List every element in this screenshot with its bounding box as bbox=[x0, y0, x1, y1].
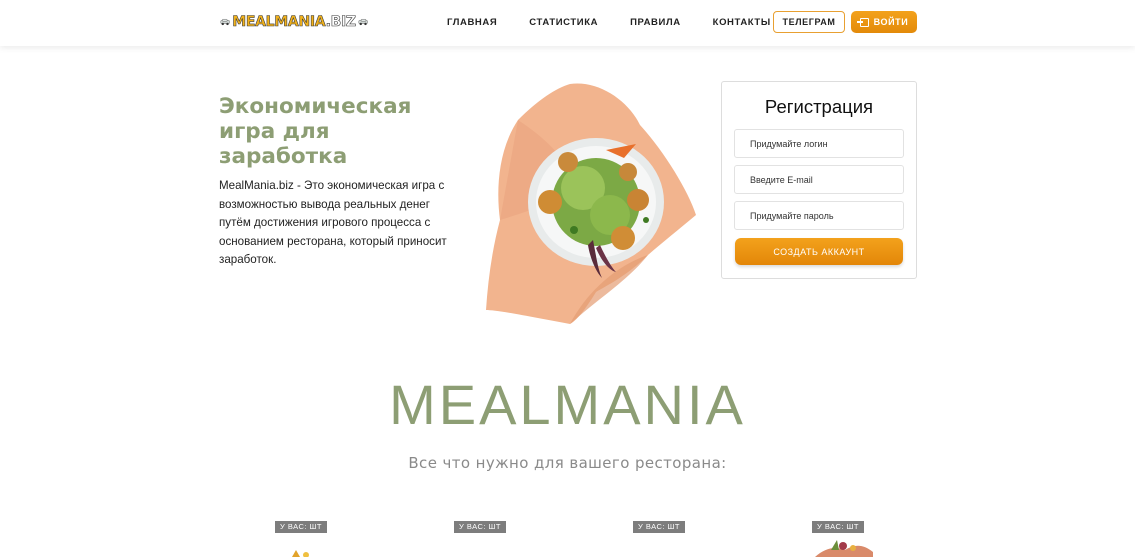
nav-statistics[interactable]: СТАТИСТИКА bbox=[529, 17, 598, 28]
main-nav: ГЛАВНАЯ СТАТИСТИКА ПРАВИЛА КОНТАКТЫ bbox=[447, 17, 803, 28]
create-account-button[interactable]: СОЗДАТЬ АККАУНТ bbox=[735, 238, 903, 265]
nav-home[interactable]: ГЛАВНАЯ bbox=[447, 17, 497, 28]
registration-form: Регистрация Придумайте логин Введите E-m… bbox=[721, 81, 917, 279]
item-image bbox=[292, 550, 309, 557]
login-button[interactable]: ВОЙТИ bbox=[851, 11, 917, 33]
item-count-badge: У ВАС: ШТ bbox=[812, 521, 864, 533]
password-field[interactable]: Придумайте пароль bbox=[734, 201, 904, 230]
login-label: ВОЙТИ bbox=[873, 17, 909, 27]
nav-rules[interactable]: ПРАВИЛА bbox=[630, 17, 681, 28]
logo-text: MEALMANIA.BIZ bbox=[232, 14, 356, 31]
login-field[interactable]: Придумайте логин bbox=[734, 129, 904, 158]
salad-plate-image bbox=[486, 83, 696, 324]
nav-contacts[interactable]: КОНТАКТЫ bbox=[713, 17, 771, 28]
car-icon bbox=[220, 19, 230, 26]
item-count-badge: У ВАС: ШТ bbox=[454, 521, 506, 533]
hero-title: Экономическая игра для заработка bbox=[219, 94, 412, 169]
item-count-badge: У ВАС: ШТ bbox=[275, 521, 327, 533]
brand-subtitle: Все что нужно для вашего ресторана: bbox=[408, 454, 727, 472]
item-image bbox=[815, 540, 873, 557]
registration-title: Регистрация bbox=[764, 96, 874, 117]
site-logo[interactable]: MEALMANIA.BIZ bbox=[220, 11, 368, 33]
email-field[interactable]: Введите E-mail bbox=[734, 165, 904, 194]
hero-description: MealMania.biz - Это экономическая игра с… bbox=[219, 179, 447, 266]
telegram-button[interactable]: ТЕЛЕГРАМ bbox=[773, 11, 845, 33]
brand-title: MEALMANIA bbox=[389, 373, 746, 436]
car-icon bbox=[358, 19, 368, 26]
login-icon bbox=[856, 17, 869, 27]
item-count-badge: У ВАС: ШТ bbox=[633, 521, 685, 533]
site-header: MEALMANIA.BIZ ГЛАВНАЯ СТАТИСТИКА ПРАВИЛА… bbox=[0, 0, 1135, 46]
